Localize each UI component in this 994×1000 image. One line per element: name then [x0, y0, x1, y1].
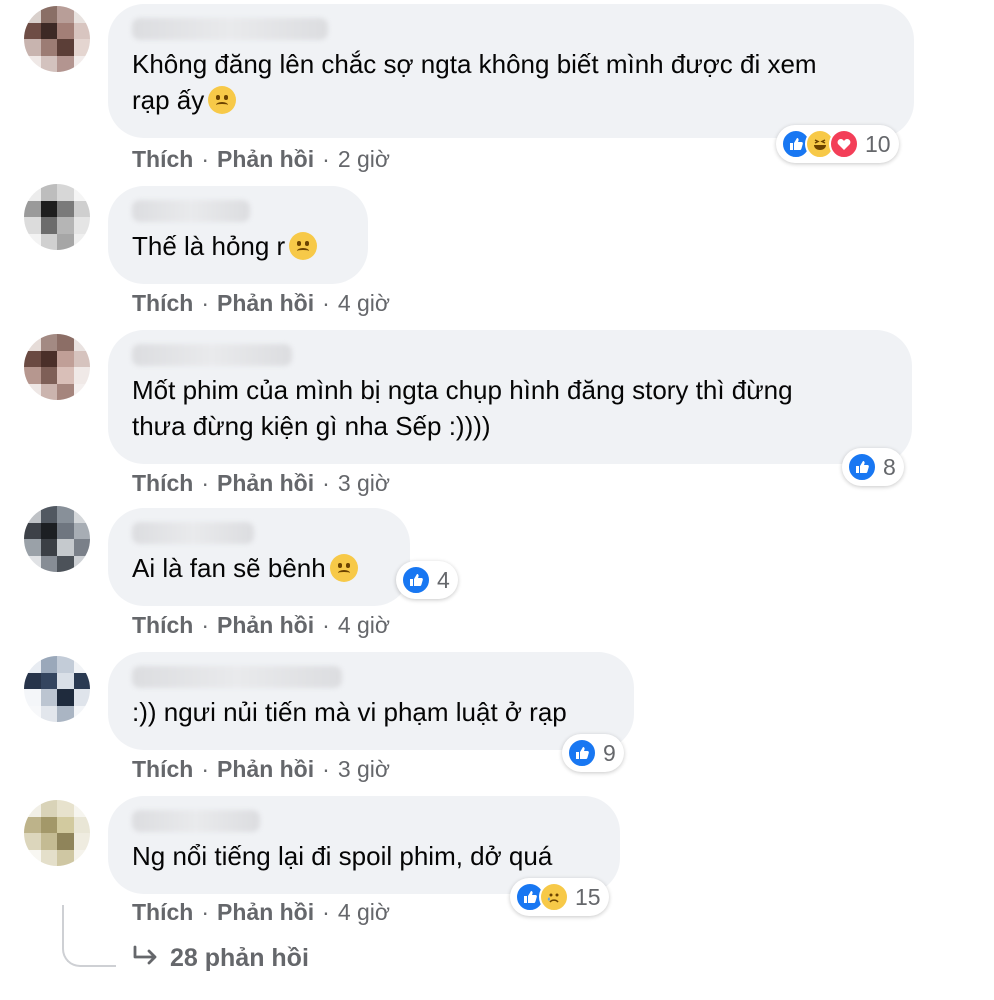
reply-button[interactable]: Phản hồi: [217, 290, 314, 316]
thread-connector-line: [62, 905, 116, 967]
reactions-summary[interactable]: 4: [396, 561, 458, 599]
reply-button[interactable]: Phản hồi: [217, 146, 314, 172]
author-name-redacted[interactable]: [132, 666, 342, 688]
author-name-redacted[interactable]: [132, 344, 292, 366]
comment-bubble: :)) ngưi nủi tiến mà vi phạm luật ở rạp: [108, 652, 634, 750]
like-button[interactable]: Thích: [132, 290, 193, 316]
reply-arrow-icon: [132, 945, 160, 976]
comment-actions: Thích · Phản hồi · 4 giờ: [132, 899, 390, 925]
avatar[interactable]: [24, 334, 90, 400]
comment-text: Mốt phim của mình bị ngta chụp hình đăng…: [132, 375, 793, 441]
comment-text: Thế là hỏng r: [132, 228, 344, 264]
reply-button[interactable]: Phản hồi: [217, 470, 314, 496]
sad-reaction-icon: [539, 882, 569, 912]
author-name-redacted[interactable]: [132, 522, 254, 544]
reply-button[interactable]: Phản hồi: [217, 612, 314, 638]
love-reaction-icon: [829, 129, 859, 159]
comment-actions: Thích · Phản hồi · 4 giờ: [132, 612, 390, 638]
reactions-summary[interactable]: 10: [776, 125, 899, 163]
comment-bubble: Không đăng lên chắc sợ ngta không biết m…: [108, 4, 914, 138]
timestamp[interactable]: 4 giờ: [338, 899, 390, 925]
avatar[interactable]: [24, 506, 90, 572]
like-reaction-icon: [401, 565, 431, 595]
timestamp[interactable]: 3 giờ: [338, 470, 390, 496]
avatar[interactable]: [24, 800, 90, 866]
like-button[interactable]: Thích: [132, 899, 193, 925]
reaction-count: 15: [575, 883, 601, 910]
comment-text: Không đăng lên chắc sợ ngta không biết m…: [132, 49, 817, 115]
reaction-count: 8: [883, 453, 896, 480]
smirking-face-icon: [329, 554, 358, 582]
comment-actions: Thích · Phản hồi · 4 giờ: [132, 290, 390, 316]
comment-actions: Thích · Phản hồi · 2 giờ: [132, 146, 390, 172]
reactions-summary[interactable]: 8: [842, 448, 904, 486]
avatar[interactable]: [24, 184, 90, 250]
view-replies-link[interactable]: 28 phản hồi: [132, 944, 309, 976]
reactions-summary[interactable]: 9: [562, 734, 624, 772]
author-name-redacted[interactable]: [132, 200, 250, 222]
comment-actions: Thích · Phản hồi · 3 giờ: [132, 756, 390, 782]
author-name-redacted[interactable]: [132, 810, 260, 832]
like-button[interactable]: Thích: [132, 612, 193, 638]
avatar[interactable]: [24, 6, 90, 72]
comment-text: :)) ngưi nủi tiến mà vi phạm luật ở rạp: [132, 697, 567, 727]
comment-bubble: Thế là hỏng r: [108, 186, 368, 284]
comment-text: Ai là fan sẽ bênh: [132, 550, 386, 586]
reaction-count: 10: [865, 130, 891, 157]
timestamp[interactable]: 4 giờ: [338, 290, 390, 316]
comment-bubble: Mốt phim của mình bị ngta chụp hình đăng…: [108, 330, 912, 464]
reaction-count: 4: [437, 566, 450, 593]
like-reaction-icon: [847, 452, 877, 482]
timestamp[interactable]: 2 giờ: [338, 146, 390, 172]
like-button[interactable]: Thích: [132, 470, 193, 496]
worried-face-icon: [208, 86, 237, 114]
avatar[interactable]: [24, 656, 90, 722]
timestamp[interactable]: 4 giờ: [338, 612, 390, 638]
like-button[interactable]: Thích: [132, 146, 193, 172]
crying-face-icon: [289, 232, 318, 260]
author-name-redacted[interactable]: [132, 18, 328, 40]
timestamp[interactable]: 3 giờ: [338, 756, 390, 782]
comment-actions: Thích · Phản hồi · 3 giờ: [132, 470, 390, 496]
reaction-count: 9: [603, 739, 616, 766]
reply-button[interactable]: Phản hồi: [217, 899, 314, 925]
like-button[interactable]: Thích: [132, 756, 193, 782]
comment-text: Ng nổi tiếng lại đi spoil phim, dở quá: [132, 841, 553, 871]
comment-bubble: Ai là fan sẽ bênh: [108, 508, 410, 606]
like-reaction-icon: [567, 738, 597, 768]
reply-button[interactable]: Phản hồi: [217, 756, 314, 782]
reactions-summary[interactable]: 15: [510, 878, 609, 916]
